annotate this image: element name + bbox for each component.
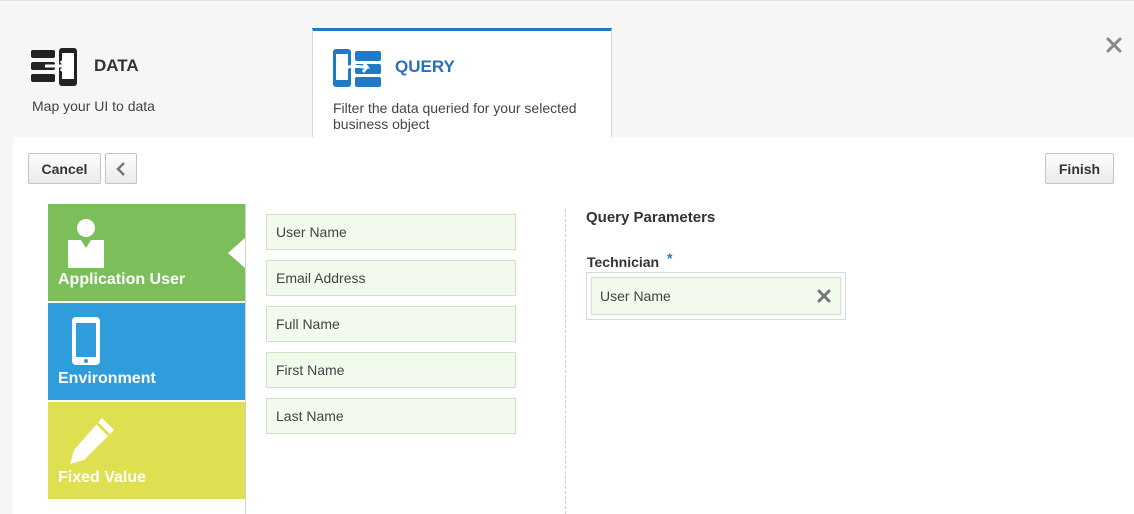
pencil-icon — [70, 418, 114, 464]
chevron-left-icon — [116, 161, 125, 176]
query-panel: Cancel Finish Application User Environme… — [13, 137, 1134, 514]
step-query-title: QUERY — [395, 57, 455, 76]
step-query-description: Filter the data queried for your selecte… — [333, 100, 577, 132]
step-query[interactable]: QUERY Filter the data queried for your s… — [312, 28, 612, 140]
step-data-description: Map your UI to data — [32, 98, 155, 114]
cancel-button[interactable]: Cancel — [28, 153, 101, 184]
user-icon — [68, 219, 104, 268]
source-tile-application-user[interactable]: Application User — [48, 204, 246, 301]
field-user-name[interactable]: User Name — [266, 214, 516, 250]
tile-column-divider — [245, 204, 246, 514]
query-parameters-title: Query Parameters — [586, 209, 716, 226]
source-tile-environment[interactable]: Environment — [48, 303, 245, 400]
field-full-name[interactable]: Full Name — [266, 306, 516, 342]
finish-button[interactable]: Finish — [1045, 153, 1114, 184]
source-tile-label: Environment — [58, 370, 156, 387]
parameter-label-technician: Technician — [587, 254, 660, 270]
field-email-address[interactable]: Email Address — [266, 260, 516, 296]
remove-icon[interactable] — [816, 288, 832, 304]
selection-pointer — [228, 237, 246, 269]
step-data[interactable]: DATA Map your UI to data — [14, 29, 310, 138]
field-first-name[interactable]: First Name — [266, 352, 516, 388]
wizard-header: DATA Map your UI to data QUERY Filter th… — [0, 0, 1134, 140]
source-tile-fixed-value[interactable]: Fixed Value — [48, 402, 245, 499]
close-icon[interactable] — [1104, 35, 1124, 55]
parameter-value-chip[interactable]: User Name — [591, 277, 841, 315]
data-mapping-icon — [31, 48, 77, 86]
source-tile-label: Fixed Value — [58, 469, 147, 486]
step-data-title: DATA — [94, 56, 139, 75]
parameter-drop-zone[interactable]: User Name — [586, 272, 846, 320]
mobile-device-icon — [72, 317, 100, 365]
required-marker: * — [667, 250, 673, 266]
query-filter-icon — [333, 49, 381, 87]
field-last-name[interactable]: Last Name — [266, 398, 516, 434]
source-tile-label: Application User — [58, 271, 186, 288]
section-divider — [565, 209, 566, 514]
back-button[interactable] — [105, 153, 137, 184]
parameter-value: User Name — [600, 288, 671, 304]
